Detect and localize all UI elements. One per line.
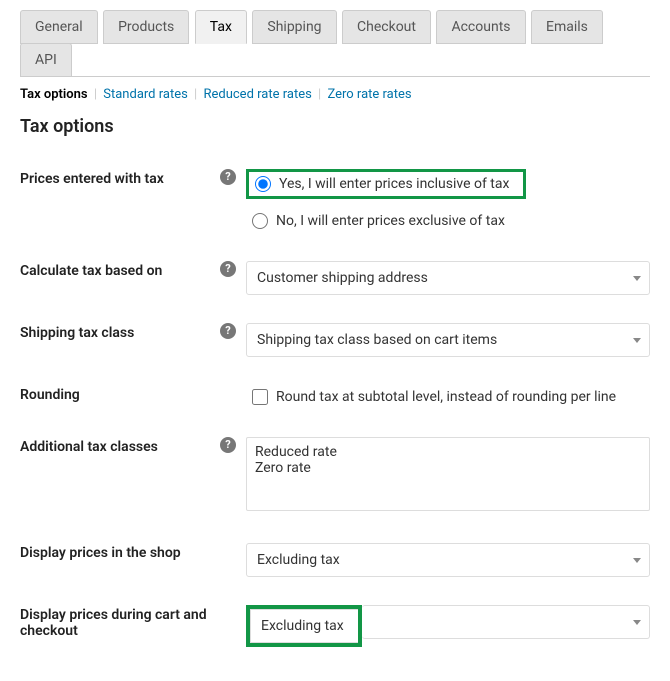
tab-tax[interactable]: Tax <box>195 10 247 44</box>
label-calc-based-on: Calculate tax based on <box>20 247 220 309</box>
label-display-cart: Display prices during cart and checkout <box>20 591 220 661</box>
chevron-down-icon <box>633 558 641 563</box>
tax-subnav: Tax options | Standard rates | Reduced r… <box>20 87 650 102</box>
label-rounding: Rounding <box>20 371 220 423</box>
chevron-down-icon <box>633 276 641 281</box>
radio-prices-inclusive-label: Yes, I will enter prices inclusive of ta… <box>279 176 509 192</box>
tax-options-form: Prices entered with tax ? Yes, I will en… <box>20 155 650 661</box>
subnav-reduced-rate-rates[interactable]: Reduced rate rates <box>203 87 311 102</box>
select-display-shop-value: Excluding tax <box>257 552 340 568</box>
tab-emails[interactable]: Emails <box>531 10 603 44</box>
subnav-tax-options[interactable]: Tax options <box>20 87 88 102</box>
textarea-additional-tax-classes[interactable] <box>246 437 650 511</box>
help-icon[interactable]: ? <box>220 169 236 185</box>
checkbox-rounding-label: Round tax at subtotal level, instead of … <box>276 389 616 405</box>
help-icon[interactable]: ? <box>220 323 236 339</box>
tab-shipping[interactable]: Shipping <box>252 10 336 44</box>
tab-products[interactable]: Products <box>103 10 189 44</box>
label-prices-with-tax: Prices entered with tax <box>20 155 220 247</box>
radio-prices-inclusive[interactable] <box>255 176 271 192</box>
subnav-zero-rate-rates[interactable]: Zero rate rates <box>327 87 411 102</box>
page-heading: Tax options <box>20 116 650 137</box>
chevron-down-icon <box>633 620 641 625</box>
radio-prices-exclusive-label: No, I will enter prices exclusive of tax <box>276 213 505 229</box>
help-icon[interactable]: ? <box>220 261 236 277</box>
checkbox-rounding[interactable] <box>252 389 268 405</box>
radio-prices-exclusive[interactable] <box>252 213 268 229</box>
chevron-down-icon <box>633 338 641 343</box>
label-display-shop: Display prices in the shop <box>20 529 220 591</box>
settings-tabs: General Products Tax Shipping Checkout A… <box>20 0 650 77</box>
select-display-cart-value: Excluding tax <box>261 618 344 634</box>
select-shipping-tax-class[interactable]: Shipping tax class based on cart items <box>246 323 650 357</box>
tab-api[interactable]: API <box>20 43 72 77</box>
help-icon[interactable]: ? <box>220 437 236 453</box>
tab-general[interactable]: General <box>20 10 98 44</box>
label-additional-tax-classes: Additional tax classes <box>20 423 220 529</box>
select-display-shop[interactable]: Excluding tax <box>246 543 650 577</box>
tab-checkout[interactable]: Checkout <box>342 10 431 44</box>
subnav-standard-rates[interactable]: Standard rates <box>103 87 188 102</box>
label-shipping-tax-class: Shipping tax class <box>20 309 220 371</box>
tab-accounts[interactable]: Accounts <box>436 10 525 44</box>
select-display-cart[interactable]: Excluding tax <box>246 605 650 647</box>
select-shipping-tax-class-value: Shipping tax class based on cart items <box>257 332 497 348</box>
select-calc-based-on-value: Customer shipping address <box>257 270 428 286</box>
select-calc-based-on[interactable]: Customer shipping address <box>246 261 650 295</box>
